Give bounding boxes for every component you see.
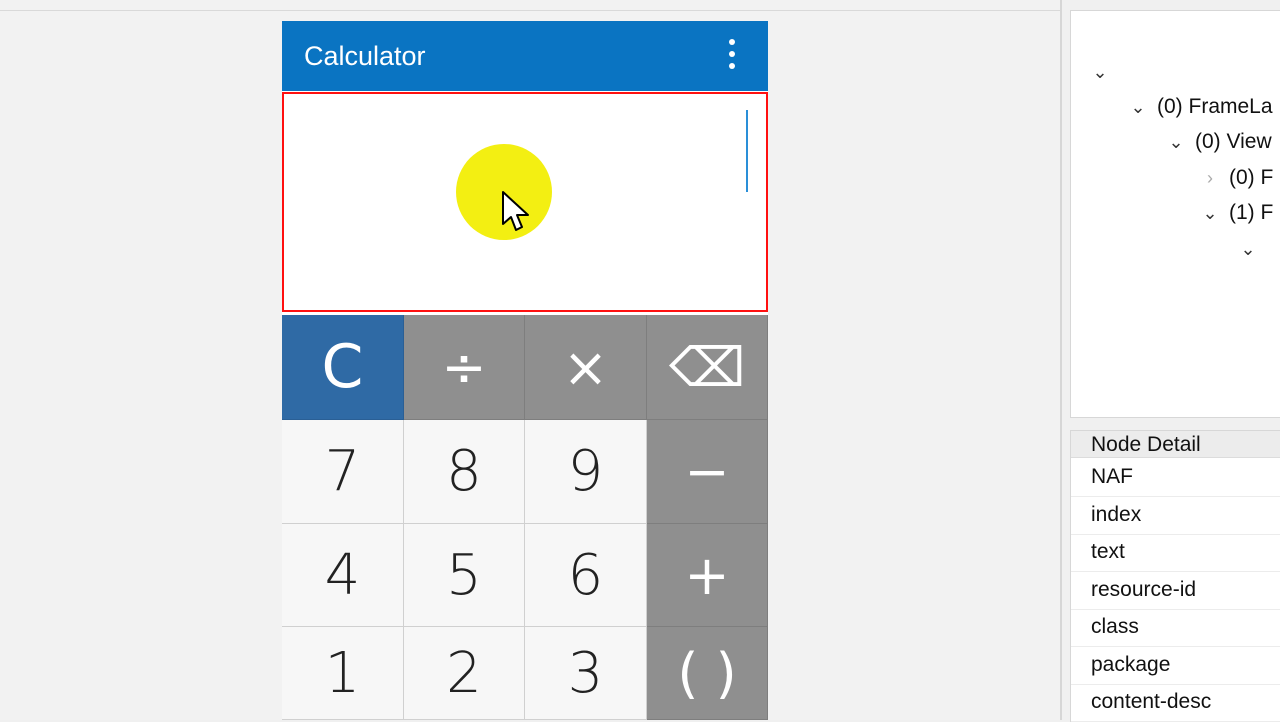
tree-node-label: (0) F xyxy=(1229,166,1274,189)
node-detail-row[interactable]: package xyxy=(1071,647,1280,685)
key-9-button[interactable]: 9 xyxy=(525,420,647,524)
key-7-button[interactable]: 7 xyxy=(282,420,404,524)
key-4-button[interactable]: 4 xyxy=(282,524,404,627)
key-clear-button[interactable]: C xyxy=(282,315,404,420)
key-3-button[interactable]: 3 xyxy=(525,627,647,720)
node-detail-title: Node Detail xyxy=(1091,433,1201,456)
chevron-down-icon[interactable]: ⌄ xyxy=(1201,203,1219,224)
chevron-down-icon[interactable]: ⌄ xyxy=(1091,62,1109,83)
chevron-down-icon[interactable]: ⌄ xyxy=(1129,97,1147,118)
divider xyxy=(0,10,1060,11)
node-detail-header: Node Detail xyxy=(1071,431,1280,458)
overflow-menu-icon[interactable] xyxy=(728,39,736,77)
calculator-display[interactable] xyxy=(282,92,768,312)
node-detail-row[interactable]: index xyxy=(1071,497,1280,535)
key-1-button[interactable]: 1 xyxy=(282,627,404,720)
app-bar: Calculator xyxy=(282,21,768,91)
tree-node-label: (0) View xyxy=(1195,130,1272,153)
node-detail-field-label: NAF xyxy=(1091,465,1133,488)
node-detail-row[interactable]: content-desc xyxy=(1071,684,1280,722)
key-divide-button[interactable]: ÷ xyxy=(404,315,525,420)
chevron-down-icon[interactable]: ⌄ xyxy=(1167,132,1185,153)
app-title: Calculator xyxy=(304,41,426,71)
inspector-panel: ⌄ ⌄ (0) FrameLa ⌄ (0) View › (0) F ⌄ (1) F ⌄ Node… xyxy=(1068,10,1280,722)
text-cursor xyxy=(746,110,748,192)
node-detail-row[interactable]: text xyxy=(1071,534,1280,572)
node-detail-field-label: resource-id xyxy=(1091,577,1197,601)
tree-node[interactable]: ⌄ (1) F xyxy=(1201,198,1273,228)
tree-node[interactable]: ⌄ (0) View xyxy=(1167,127,1272,157)
key-plus-button[interactable]: + xyxy=(647,524,768,627)
key-2-button[interactable]: 2 xyxy=(404,627,525,720)
device-screen-area: Calculator C ÷ × ⌫ 7 8 9− 4 5 6 +1 2 3( ) xyxy=(0,0,1062,720)
node-detail-panel: Node Detail NAF index text resource-id class… xyxy=(1070,430,1280,722)
tree-node[interactable]: ⌄ (0) FrameLa xyxy=(1129,92,1273,122)
key-6-button[interactable]: 6 xyxy=(525,524,647,627)
node-detail-field-label: content-desc xyxy=(1091,690,1212,713)
hierarchy-tree: ⌄ ⌄ (0) FrameLa ⌄ (0) View › (0) F ⌄ (1) F ⌄ xyxy=(1070,10,1280,418)
node-detail-field-label: text xyxy=(1091,540,1125,563)
node-detail-field-label: class xyxy=(1091,615,1139,638)
key-5-button[interactable]: 5 xyxy=(404,524,525,627)
keypad: C ÷ × ⌫ 7 8 9− 4 5 6 +1 2 3( ) xyxy=(282,315,768,720)
key-parentheses-button[interactable]: ( ) xyxy=(647,627,768,720)
node-detail-row[interactable]: NAF xyxy=(1071,459,1280,497)
mouse-pointer-icon xyxy=(502,191,529,231)
tree-node-label: (1) F xyxy=(1229,201,1274,224)
key-8-button[interactable]: 8 xyxy=(404,420,525,524)
key-multiply-button[interactable]: × xyxy=(525,315,647,420)
tree-node[interactable]: ⌄ xyxy=(1239,234,1267,264)
key-minus-button[interactable]: − xyxy=(647,420,768,524)
node-detail-row[interactable]: resource-id xyxy=(1071,572,1280,610)
phone-screen: Calculator C ÷ × ⌫ 7 8 9− 4 5 6 +1 2 3( ) xyxy=(282,21,768,720)
node-detail-row[interactable]: class xyxy=(1071,609,1280,647)
chevron-down-icon[interactable]: ⌄ xyxy=(1239,239,1257,260)
node-detail-field-label: index xyxy=(1091,502,1142,526)
tree-node[interactable]: › (0) F xyxy=(1201,163,1273,193)
key-backspace-button[interactable]: ⌫ xyxy=(647,315,768,420)
tree-node-label: (0) FrameLa xyxy=(1157,95,1273,118)
node-detail-field-label: package xyxy=(1091,652,1171,676)
chevron-right-icon[interactable]: › xyxy=(1201,168,1219,189)
tree-node[interactable]: ⌄ xyxy=(1091,57,1119,87)
